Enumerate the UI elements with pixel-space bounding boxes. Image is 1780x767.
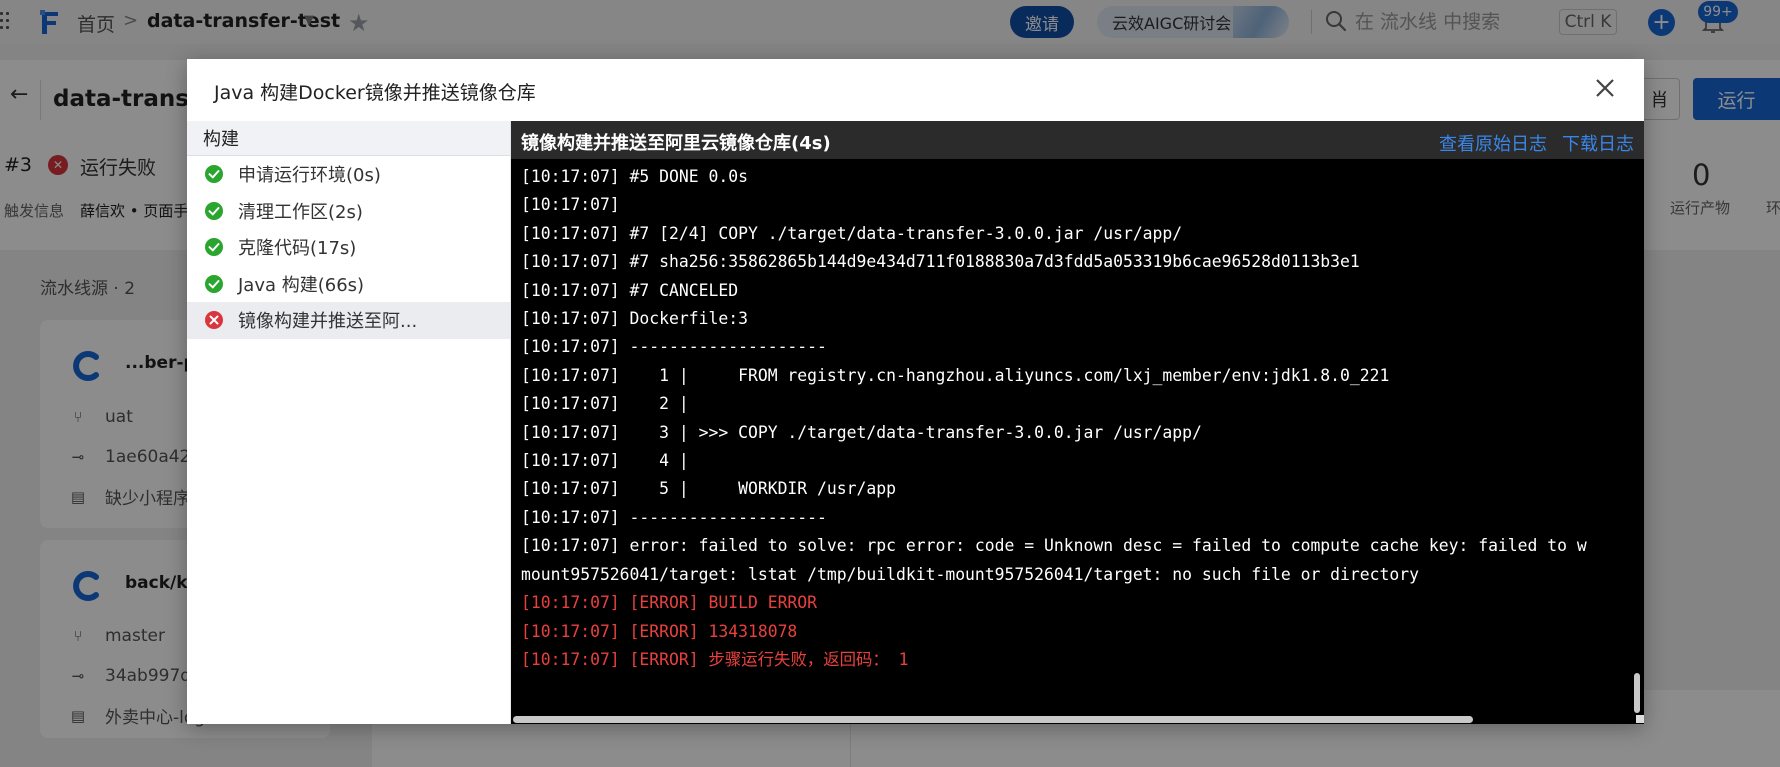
vertical-scrollbar-thumb[interactable] [1634, 673, 1640, 713]
job-log-dialog: Java 构建Docker镜像并推送镜像仓库 构建 申请运行环境(0s) 清理工作… [187, 59, 1644, 724]
success-check-icon [205, 238, 223, 257]
dialog-header: Java 构建Docker镜像并推送镜像仓库 [187, 59, 1644, 121]
step-item[interactable]: Java 构建(66s) [187, 266, 510, 303]
step-label: 清理工作区(2s) [238, 201, 363, 223]
step-label: 克隆代码(17s) [238, 238, 357, 260]
log-line: [10:17:07] error: failed to solve: rpc e… [521, 536, 1587, 556]
step-item[interactable]: 清理工作区(2s) [187, 193, 510, 230]
log-title: 镜像构建并推送至阿里云镜像仓库(4s) [521, 133, 831, 154]
step-list: 构建 申请运行环境(0s) 清理工作区(2s) 克隆代码(17s) Java 构建(6… [187, 121, 511, 724]
failed-x-icon [205, 311, 223, 330]
horizontal-scrollbar-thumb[interactable] [513, 716, 1473, 723]
log-line: [10:17:07] 1 | FROM registry.cn-hangzhou… [521, 365, 1390, 385]
log-line: [10:17:07] 2 | [521, 394, 689, 414]
log-line: [10:17:07] Dockerfile:3 [521, 309, 748, 329]
view-raw-log-link[interactable]: 查看原始日志 [1439, 130, 1547, 156]
success-check-icon [205, 201, 223, 220]
step-label: Java 构建(66s) [238, 274, 365, 296]
success-check-icon [205, 165, 223, 184]
step-item[interactable]: 克隆代码(17s) [187, 229, 510, 266]
log-line: [10:17:07] [ERROR] BUILD ERROR [521, 593, 818, 613]
download-log-link[interactable]: 下载日志 [1562, 130, 1634, 156]
log-line: [10:17:07] [521, 195, 620, 215]
log-header: 镜像构建并推送至阿里云镜像仓库(4s) 查看原始日志 下载日志 [511, 121, 1644, 159]
step-list-header: 构建 [187, 121, 510, 156]
log-line: [10:17:07] #7 sha256:35862865b144d9e434d… [521, 252, 1360, 272]
log-line: [10:17:07] -------------------- [521, 337, 827, 357]
step-item[interactable]: 镜像构建并推送至阿... [187, 302, 510, 339]
success-check-icon [205, 274, 223, 293]
log-output[interactable]: [10:17:07] #5 DONE 0.0s [10:17:07] [10:17:… [521, 163, 1631, 703]
log-line: [10:17:07] [ERROR] 步骤运行失败，返回码： 1 [521, 649, 909, 669]
step-label: 申请运行环境(0s) [238, 165, 381, 187]
log-line: [10:17:07] 3 | >>> COPY ./target/data-tr… [521, 422, 1202, 442]
log-line: mount957526041/target: lstat /tmp/buildk… [521, 564, 1419, 584]
log-line: [10:17:07] 5 | WORKDIR /usr/app [521, 479, 896, 499]
close-icon[interactable] [1592, 75, 1618, 101]
log-line: [10:17:07] #5 DONE 0.0s [521, 167, 748, 186]
log-line: [10:17:07] #7 CANCELED [521, 280, 739, 300]
log-line: [10:17:07] [ERROR] 134318078 [521, 621, 798, 641]
step-label: 镜像构建并推送至阿... [238, 311, 418, 333]
log-panel: 镜像构建并推送至阿里云镜像仓库(4s) 查看原始日志 下载日志 [10:17:0… [511, 121, 1644, 724]
log-line: [10:17:07] #7 [2/4] COPY ./target/data-t… [521, 223, 1183, 243]
log-line: [10:17:07] 4 | [521, 451, 689, 471]
step-item[interactable]: 申请运行环境(0s) [187, 156, 510, 193]
scrollbar-corner [1636, 715, 1644, 723]
dialog-title: Java 构建Docker镜像并推送镜像仓库 [214, 82, 536, 104]
log-line: [10:17:07] -------------------- [521, 507, 827, 527]
